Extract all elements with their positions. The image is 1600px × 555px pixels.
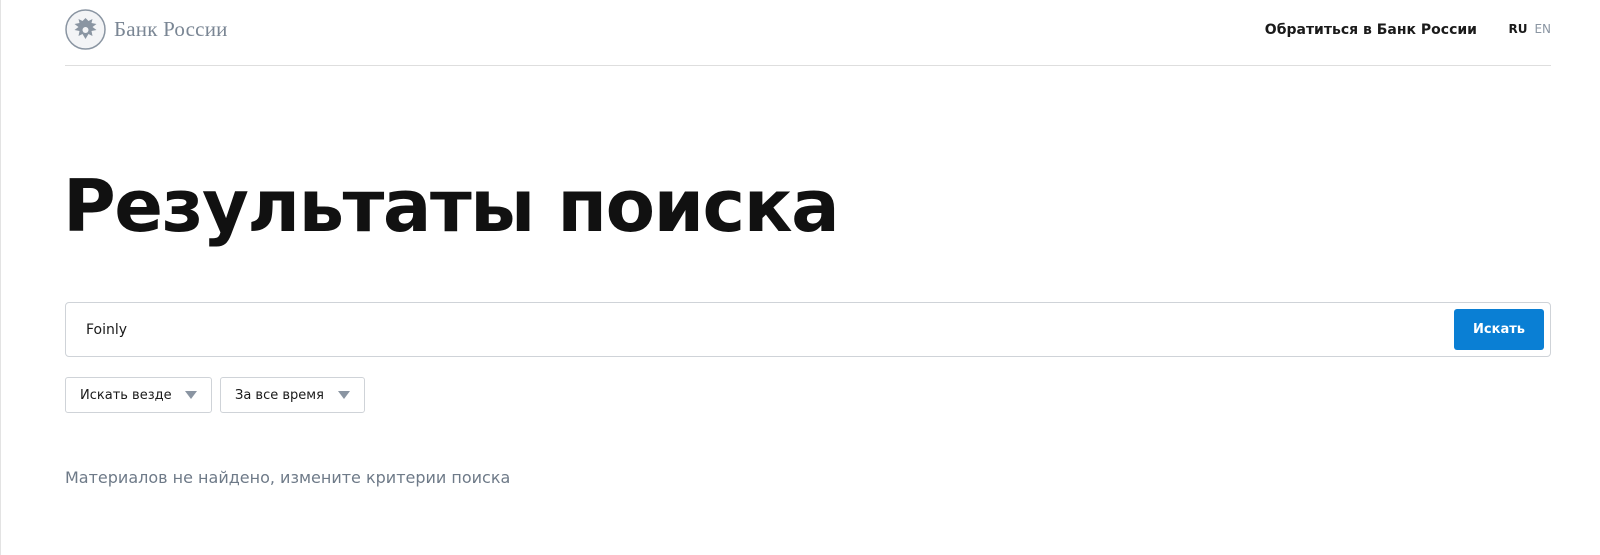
caret-down-icon: [338, 391, 350, 399]
scope-filter-dropdown[interactable]: Искать везде: [65, 377, 212, 413]
period-filter-dropdown[interactable]: За все время: [220, 377, 365, 413]
language-ru[interactable]: RU: [1508, 22, 1527, 36]
bank-logo[interactable]: Банк России: [65, 9, 228, 50]
language-switcher: RU EN: [1508, 22, 1551, 36]
window-left-border: [0, 0, 1, 555]
search-button[interactable]: Искать: [1454, 309, 1544, 350]
scope-filter-label: Искать везде: [80, 387, 172, 403]
search-box: Искать: [65, 302, 1551, 357]
search-filters: Искать везде За все время: [65, 377, 365, 413]
page-title: Результаты поиска: [63, 164, 840, 248]
eagle-emblem-icon: [65, 9, 106, 50]
language-en[interactable]: EN: [1534, 22, 1551, 36]
contact-bank-link[interactable]: Обратиться в Банк России: [1265, 22, 1477, 38]
search-input[interactable]: [86, 303, 1426, 356]
site-header: Банк России Обратиться в Банк России RU …: [65, 0, 1551, 66]
caret-down-icon: [185, 391, 197, 399]
logo-text: Банк России: [114, 17, 228, 41]
period-filter-label: За все время: [235, 387, 324, 403]
no-results-message: Материалов не найдено, измените критерии…: [65, 468, 511, 487]
